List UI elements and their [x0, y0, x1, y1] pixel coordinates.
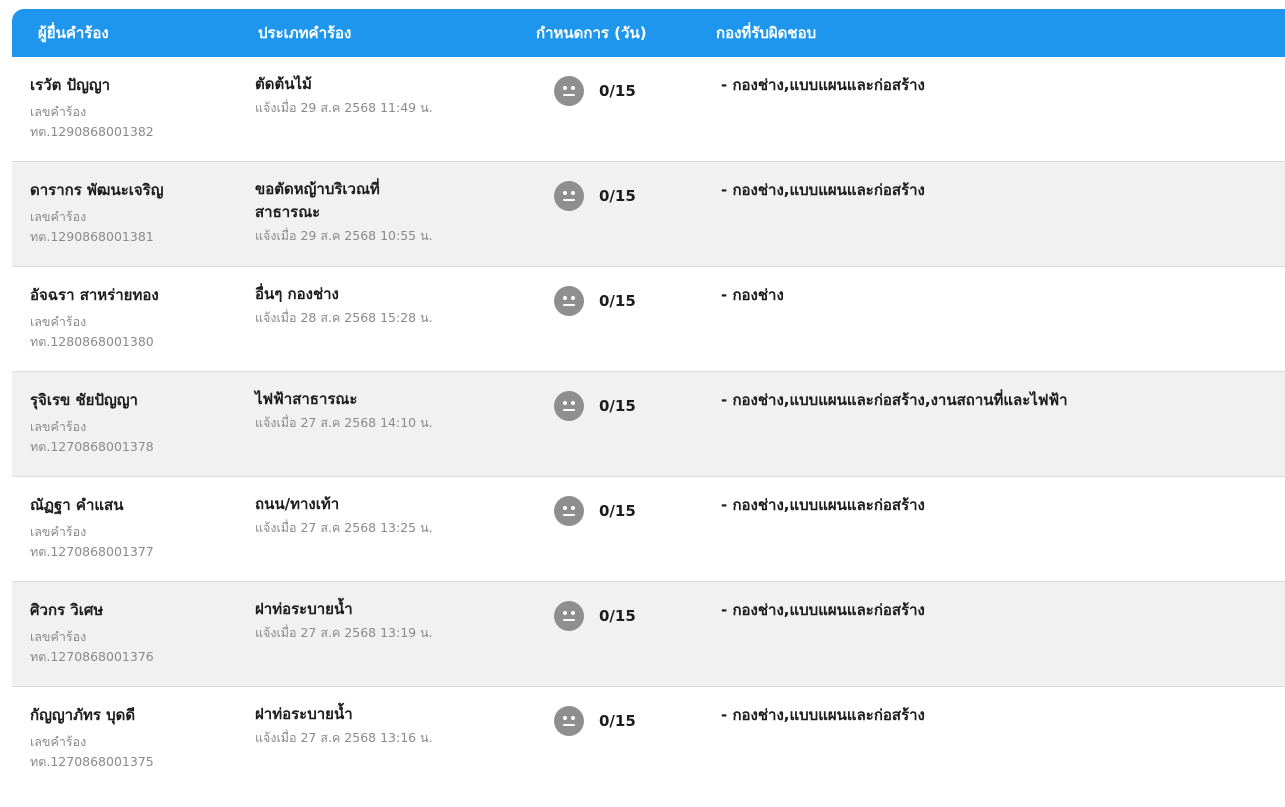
- requester-name[interactable]: ดารากร พัฒนะเจริญ: [30, 178, 164, 202]
- neutral-face-icon: [554, 286, 584, 316]
- request-type: ตัดต้นไม้: [255, 75, 312, 93]
- neutral-face-icon: [554, 391, 584, 421]
- requests-table: ผู้ยื่นคำร้อง ประเภทคำร้อง กำหนดการ (วัน…: [12, 9, 1285, 807]
- reported-time: แจ้งเมื่อ 27 ส.ค 2568 14:10 น.: [255, 415, 433, 430]
- request-type-cell: อื่นๆ กองช่าง แจ้งเมื่อ 28 ส.ค 2568 15:2…: [255, 283, 485, 327]
- reported-time: แจ้งเมื่อ 29 ส.ค 2568 11:49 น.: [255, 100, 433, 115]
- progress-count: 0/15: [599, 607, 636, 625]
- request-type: ขอตัดหญ้าบริเวณที่สาธารณะ: [255, 180, 380, 221]
- request-type: ไฟฟ้าสาธารณะ: [255, 390, 358, 408]
- request-id: ทต.1270868001376: [30, 649, 154, 664]
- table-header: ผู้ยื่นคำร้อง ประเภทคำร้อง กำหนดการ (วัน…: [12, 9, 1285, 57]
- request-id: ทต.1270868001375: [30, 754, 154, 769]
- header-requester[interactable]: ผู้ยื่นคำร้อง: [38, 21, 109, 45]
- request-id: ทต.1270868001377: [30, 544, 154, 559]
- header-request-type[interactable]: ประเภทคำร้อง: [258, 21, 351, 45]
- progress-count: 0/15: [599, 502, 636, 520]
- status-cell: 0/15: [554, 496, 636, 526]
- request-id: ทต.1290868001382: [30, 124, 154, 139]
- reported-time: แจ้งเมื่อ 29 ส.ค 2568 10:55 น.: [255, 228, 433, 243]
- status-cell: 0/15: [554, 706, 636, 736]
- request-id-label: เลขคำร้อง: [30, 209, 87, 224]
- neutral-face-icon: [554, 496, 584, 526]
- responsible-department: - กองช่าง,แบบแผนและก่อสร้าง: [721, 181, 925, 199]
- request-type: ถนน/ทางเท้า: [255, 495, 340, 513]
- request-id-label: เลขคำร้อง: [30, 734, 87, 749]
- requester-name[interactable]: รุจิเรข ชัยปัญญา: [30, 388, 138, 412]
- neutral-face-icon: [554, 181, 584, 211]
- table-row[interactable]: กัญญาภัทร บุดดี เลขคำร้อง ทต.12708680013…: [12, 687, 1285, 807]
- responsible-department: - กองช่าง: [721, 286, 784, 304]
- request-id-label: เลขคำร้อง: [30, 629, 87, 644]
- request-id: ทต.1270868001378: [30, 439, 154, 454]
- request-type: ฝาท่อระบายน้ำ: [255, 600, 353, 618]
- status-cell: 0/15: [554, 76, 636, 106]
- request-type-cell: ฝาท่อระบายน้ำ แจ้งเมื่อ 27 ส.ค 2568 13:1…: [255, 703, 485, 747]
- table-row[interactable]: ดารากร พัฒนะเจริญ เลขคำร้อง ทต.129086800…: [12, 162, 1285, 267]
- responsible-department: - กองช่าง,แบบแผนและก่อสร้าง: [721, 76, 925, 94]
- status-cell: 0/15: [554, 391, 636, 421]
- progress-count: 0/15: [599, 82, 636, 100]
- request-id: ทต.1290868001381: [30, 229, 154, 244]
- header-deadline[interactable]: กำหนดการ (วัน): [536, 21, 647, 45]
- request-id-label: เลขคำร้อง: [30, 104, 87, 119]
- header-department[interactable]: กองที่รับผิดชอบ: [716, 21, 816, 45]
- reported-time: แจ้งเมื่อ 27 ส.ค 2568 13:25 น.: [255, 520, 433, 535]
- requester-name[interactable]: เรวัต ปัญญา: [30, 73, 110, 97]
- requester-name[interactable]: ณัฏฐา คำแสน: [30, 493, 123, 517]
- request-type-cell: ถนน/ทางเท้า แจ้งเมื่อ 27 ส.ค 2568 13:25 …: [255, 493, 485, 537]
- reported-time: แจ้งเมื่อ 27 ส.ค 2568 13:16 น.: [255, 730, 433, 745]
- status-cell: 0/15: [554, 181, 636, 211]
- responsible-department: - กองช่าง,แบบแผนและก่อสร้าง: [721, 706, 925, 724]
- request-type-cell: ฝาท่อระบายน้ำ แจ้งเมื่อ 27 ส.ค 2568 13:1…: [255, 598, 485, 642]
- neutral-face-icon: [554, 706, 584, 736]
- status-cell: 0/15: [554, 286, 636, 316]
- status-cell: 0/15: [554, 601, 636, 631]
- responsible-department: - กองช่าง,แบบแผนและก่อสร้าง,งานสถานที่แล…: [721, 391, 1068, 409]
- responsible-department: - กองช่าง,แบบแผนและก่อสร้าง: [721, 496, 925, 514]
- table-row[interactable]: ศิวกร วิเศษ เลขคำร้อง ทต.1270868001376 ฝ…: [12, 582, 1285, 687]
- table-row[interactable]: เรวัต ปัญญา เลขคำร้อง ทต.1290868001382 ต…: [12, 57, 1285, 162]
- neutral-face-icon: [554, 601, 584, 631]
- request-id: ทต.1280868001380: [30, 334, 154, 349]
- request-type-cell: ไฟฟ้าสาธารณะ แจ้งเมื่อ 27 ส.ค 2568 14:10…: [255, 388, 485, 432]
- progress-count: 0/15: [599, 712, 636, 730]
- requester-name[interactable]: อัจฉรา สาหร่ายทอง: [30, 283, 159, 307]
- progress-count: 0/15: [599, 292, 636, 310]
- requester-name[interactable]: กัญญาภัทร บุดดี: [30, 703, 135, 727]
- reported-time: แจ้งเมื่อ 28 ส.ค 2568 15:28 น.: [255, 310, 433, 325]
- reported-time: แจ้งเมื่อ 27 ส.ค 2568 13:19 น.: [255, 625, 433, 640]
- table-row[interactable]: รุจิเรข ชัยปัญญา เลขคำร้อง ทต.1270868001…: [12, 372, 1285, 477]
- progress-count: 0/15: [599, 397, 636, 415]
- request-type: ฝาท่อระบายน้ำ: [255, 705, 353, 723]
- table-row[interactable]: อัจฉรา สาหร่ายทอง เลขคำร้อง ทต.128086800…: [12, 267, 1285, 372]
- progress-count: 0/15: [599, 187, 636, 205]
- request-id-label: เลขคำร้อง: [30, 314, 87, 329]
- request-id-label: เลขคำร้อง: [30, 419, 87, 434]
- request-id-label: เลขคำร้อง: [30, 524, 87, 539]
- request-type-cell: ขอตัดหญ้าบริเวณที่สาธารณะ แจ้งเมื่อ 29 ส…: [255, 178, 435, 245]
- requester-name[interactable]: ศิวกร วิเศษ: [30, 598, 103, 622]
- request-type-cell: ตัดต้นไม้ แจ้งเมื่อ 29 ส.ค 2568 11:49 น.: [255, 73, 485, 117]
- responsible-department: - กองช่าง,แบบแผนและก่อสร้าง: [721, 601, 925, 619]
- table-row[interactable]: ณัฏฐา คำแสน เลขคำร้อง ทต.1270868001377 ถ…: [12, 477, 1285, 582]
- neutral-face-icon: [554, 76, 584, 106]
- request-type: อื่นๆ กองช่าง: [255, 285, 339, 303]
